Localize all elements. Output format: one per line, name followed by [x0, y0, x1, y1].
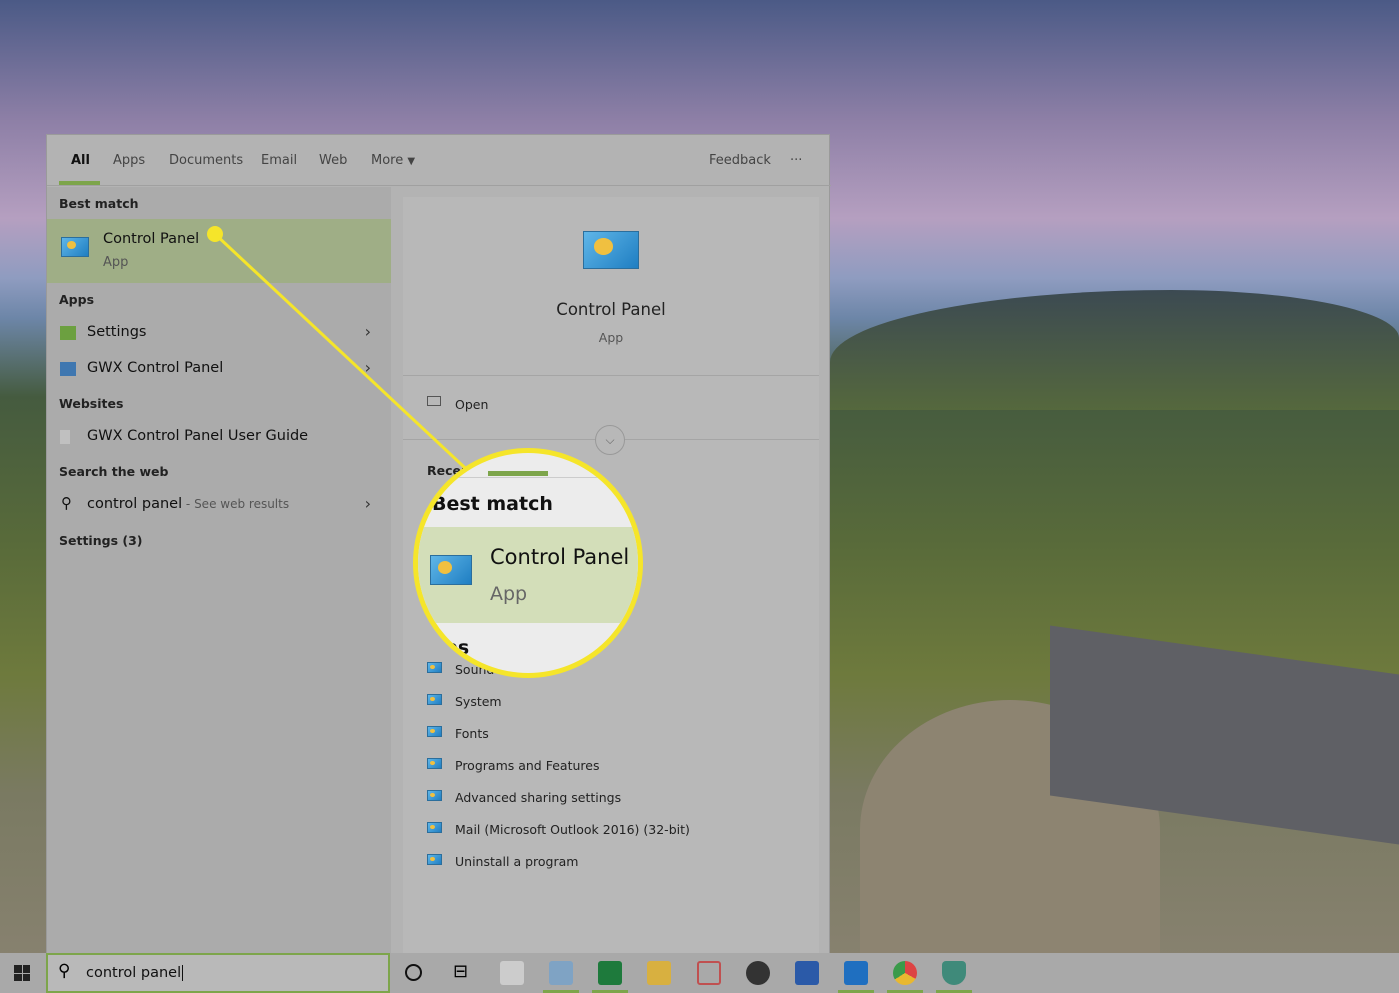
magnified-title: Control Panel [490, 545, 630, 569]
magnified-best-match: Control Panel App [418, 527, 638, 623]
magnified-tab-indicator [488, 471, 548, 476]
magnified-apps-header: Apps [416, 637, 470, 659]
callout-connector [213, 232, 480, 482]
magnified-subtitle: App [490, 583, 528, 605]
magnified-best-match-header: Best match [432, 493, 553, 515]
callout-line [207, 226, 480, 482]
magnifier-callout: Best match Control Panel App Apps [413, 448, 643, 678]
magnified-control-panel-icon [430, 555, 472, 585]
callout-dot [207, 226, 223, 242]
